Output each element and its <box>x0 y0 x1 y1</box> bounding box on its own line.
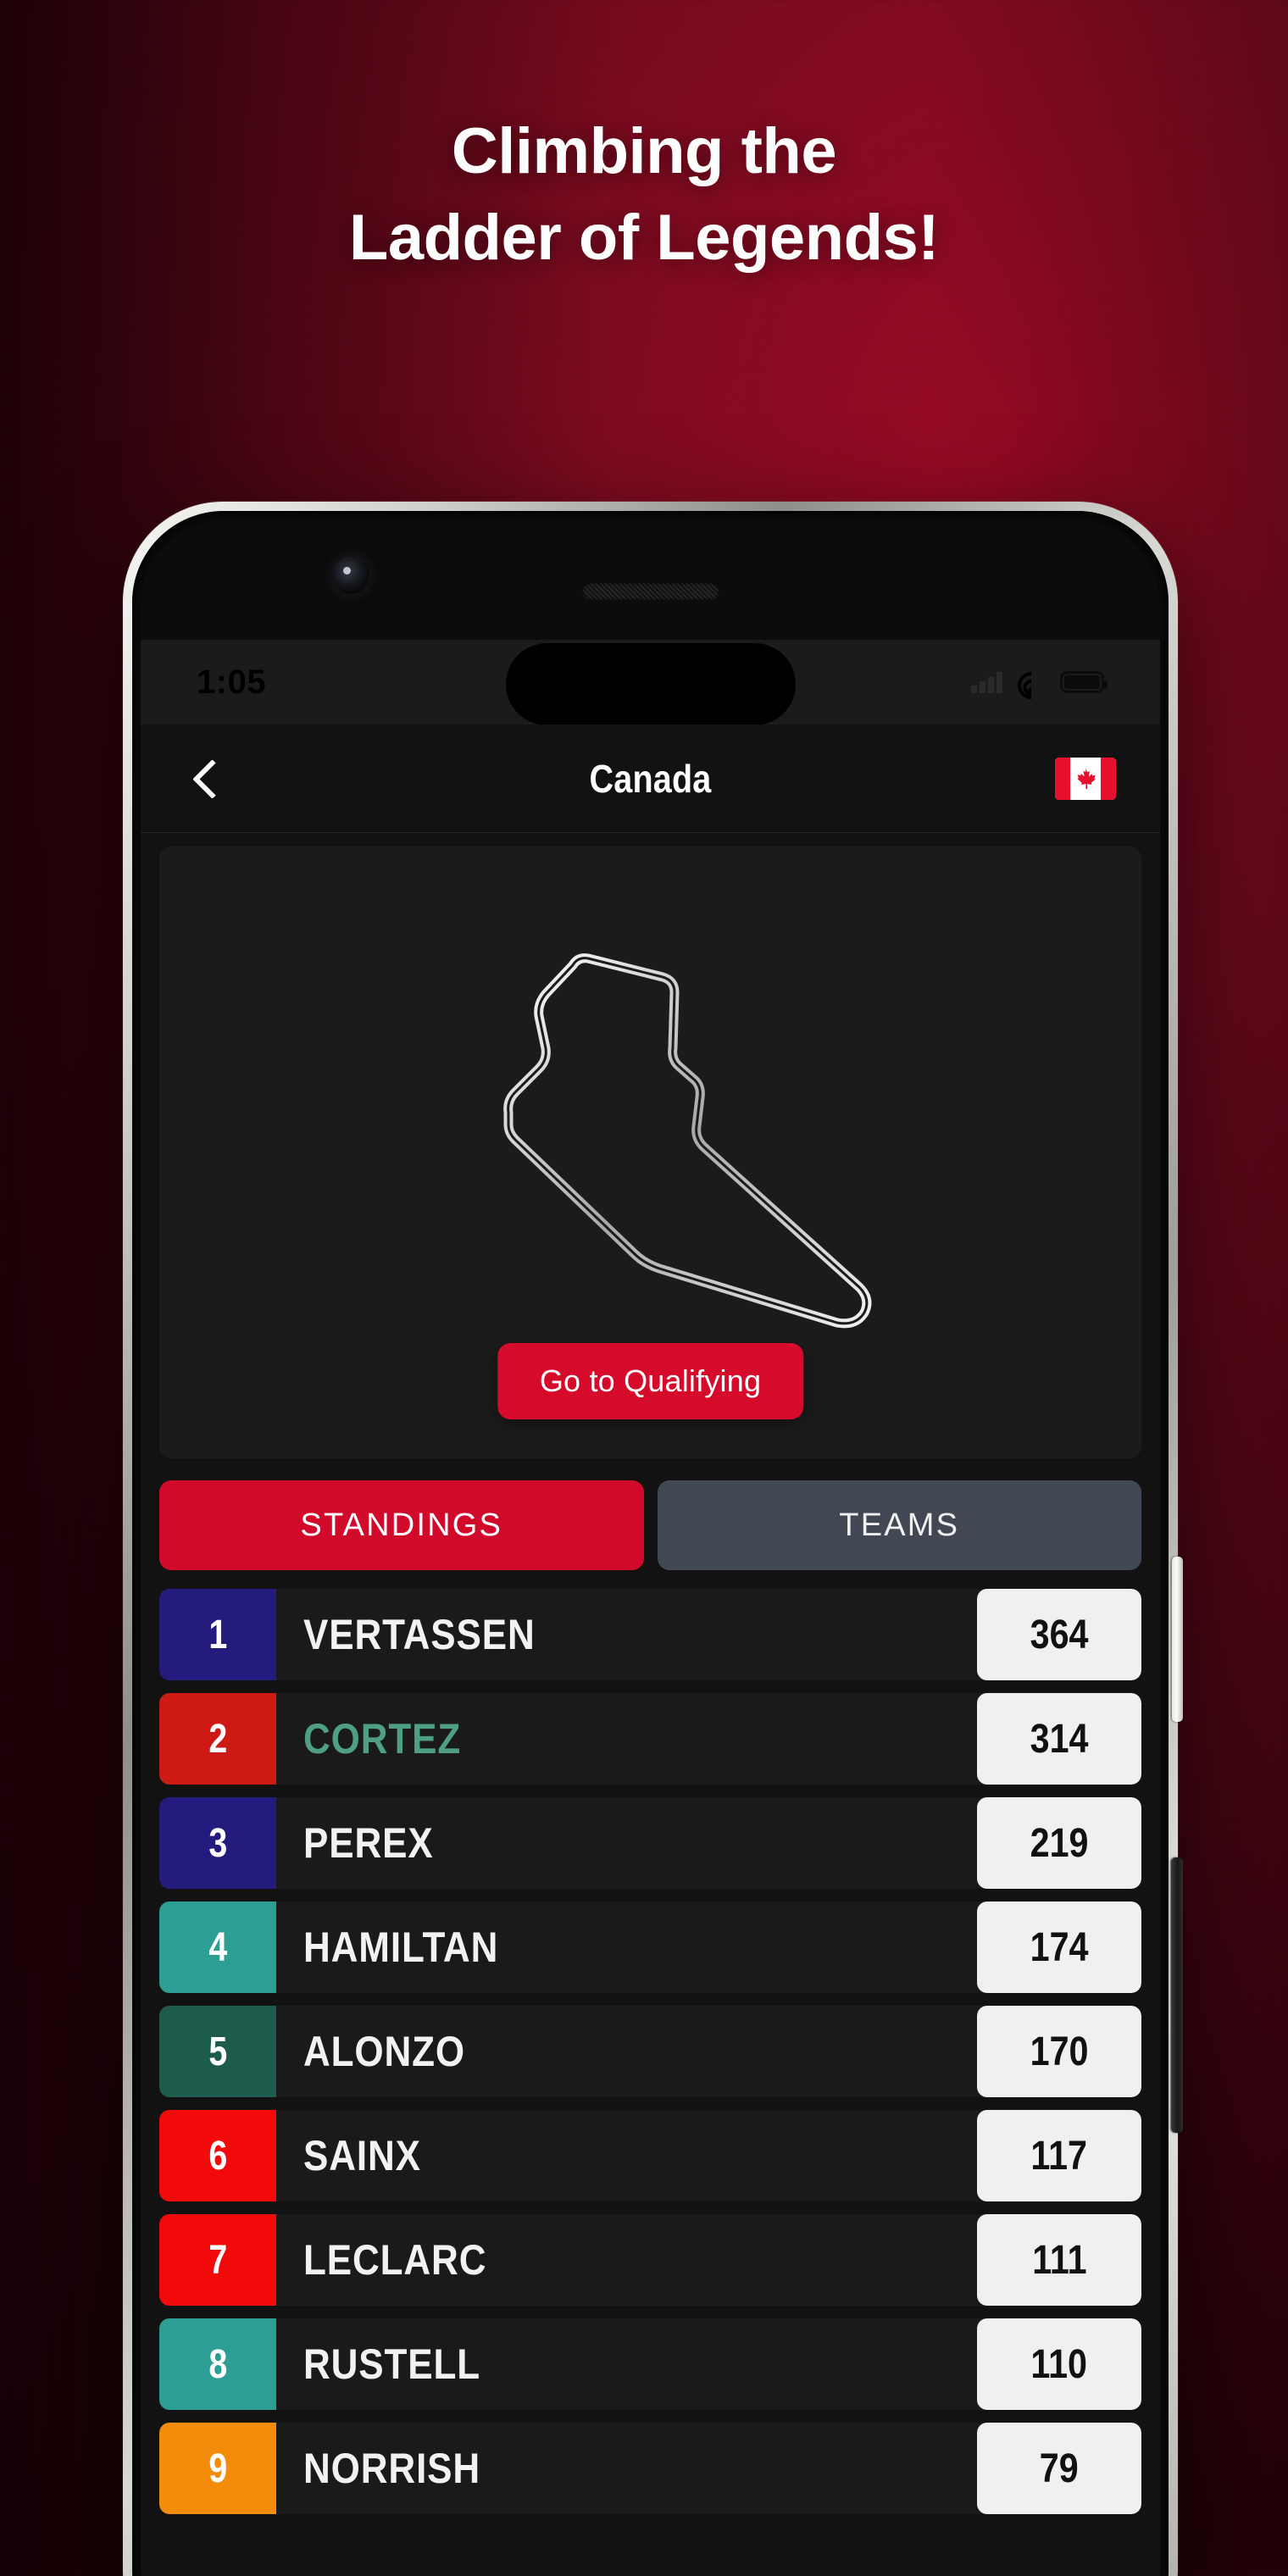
position-number: 5 <box>208 2029 227 2074</box>
driver-name-text: SAINX <box>303 2132 421 2179</box>
driver-name: HAMILTAN <box>276 1901 977 1993</box>
position-badge: 9 <box>159 2423 276 2514</box>
position-badge: 5 <box>159 2006 276 2097</box>
position-number: 8 <box>208 2341 227 2387</box>
position-badge: 8 <box>159 2318 276 2410</box>
wifi-icon <box>1012 666 1051 705</box>
points-number: 219 <box>1030 1820 1089 1866</box>
volume-button[interactable] <box>1172 1557 1183 1722</box>
go-to-qualifying-button[interactable]: Go to Qualifying <box>497 1343 804 1419</box>
driver-name: SAINX <box>276 2110 977 2201</box>
table-row[interactable]: 1 VERTASSEN 364 <box>159 1589 1141 1680</box>
points-number: 314 <box>1030 1716 1089 1762</box>
points-value: 364 <box>977 1589 1141 1680</box>
position-number: 2 <box>208 1716 227 1762</box>
points-number: 111 <box>1031 2237 1087 2283</box>
app-viewport: 1:05 Canada Go to Qualifying STANDINGS T… <box>141 640 1160 2576</box>
headline-line-1: Climbing the <box>451 115 837 187</box>
points-number: 79 <box>1040 2446 1079 2491</box>
driver-name-text: HAMILTAN <box>303 1924 499 1971</box>
segment-tabs: STANDINGS TEAMS <box>159 1480 1141 1570</box>
status-bar-time: 1:05 <box>197 663 267 701</box>
driver-name-text: ALONZO <box>303 2028 466 2075</box>
driver-name: PEREX <box>276 1797 977 1889</box>
table-row[interactable]: 6 SAINX 117 <box>159 2110 1141 2201</box>
points-number: 174 <box>1030 1924 1089 1970</box>
battery-icon <box>1060 671 1108 693</box>
position-badge: 2 <box>159 1693 276 1785</box>
nav-bar: Canada <box>141 724 1160 833</box>
page-title: Canada <box>589 756 712 801</box>
position-number: 1 <box>208 1612 227 1657</box>
status-bar-indicators <box>971 666 1108 705</box>
driver-name: LECLARC <box>276 2214 977 2306</box>
phone-bezel: 1:05 Canada Go to Qualifying STANDINGS T… <box>132 511 1169 2576</box>
position-number: 4 <box>208 1924 227 1970</box>
position-badge: 3 <box>159 1797 276 1889</box>
points-value: 111 <box>977 2214 1141 2306</box>
driver-name: CORTEZ <box>276 1693 977 1785</box>
position-number: 7 <box>208 2237 227 2283</box>
canada-flag-icon <box>1055 757 1116 800</box>
promo-headline: Climbing the Ladder of Legends! <box>0 108 1288 281</box>
power-button[interactable] <box>1171 1857 1183 2133</box>
points-value: 219 <box>977 1797 1141 1889</box>
tab-standings[interactable]: STANDINGS <box>159 1480 644 1570</box>
table-row[interactable]: 3 PEREX 219 <box>159 1797 1141 1889</box>
points-value: 170 <box>977 2006 1141 2097</box>
points-number: 117 <box>1030 2133 1088 2179</box>
position-badge: 7 <box>159 2214 276 2306</box>
maple-leaf-icon <box>1077 768 1096 789</box>
driver-name-text: CORTEZ <box>303 1715 462 1763</box>
points-value: 79 <box>977 2423 1141 2514</box>
circuit-track-map <box>502 953 871 1329</box>
standings-list: 1 VERTASSEN 364 2 CORTEZ 314 3 PEREX 219 4 HAMILTA… <box>159 1589 1141 2514</box>
points-number: 110 <box>1030 2341 1088 2387</box>
headline-line-2: Ladder of Legends! <box>348 201 940 274</box>
position-number: 9 <box>208 2446 227 2491</box>
dynamic-island <box>505 643 796 725</box>
table-row[interactable]: 2 CORTEZ 314 <box>159 1693 1141 1785</box>
points-value: 174 <box>977 1901 1141 1993</box>
position-badge: 6 <box>159 2110 276 2201</box>
driver-name-text: NORRISH <box>303 2445 481 2492</box>
driver-name: NORRISH <box>276 2423 977 2514</box>
tab-teams[interactable]: TEAMS <box>657 1480 1141 1570</box>
driver-name: VERTASSEN <box>276 1589 977 1680</box>
points-number: 170 <box>1030 2029 1089 2074</box>
position-badge: 4 <box>159 1901 276 1993</box>
table-row[interactable]: 9 NORRISH 79 <box>159 2423 1141 2514</box>
table-row[interactable]: 4 HAMILTAN 174 <box>159 1901 1141 1993</box>
driver-name-text: PEREX <box>303 1819 434 1867</box>
driver-name-text: LECLARC <box>303 2236 487 2284</box>
phone-screen: 1:05 Canada Go to Qualifying STANDINGS T… <box>141 519 1160 2576</box>
front-camera-icon <box>332 557 369 594</box>
position-badge: 1 <box>159 1589 276 1680</box>
driver-name: RUSTELL <box>276 2318 977 2410</box>
position-number: 6 <box>208 2133 227 2179</box>
track-map-card: Go to Qualifying <box>159 847 1141 1458</box>
phone-mockup: 1:05 Canada Go to Qualifying STANDINGS T… <box>123 502 1183 2576</box>
earpiece-speaker <box>581 583 719 600</box>
status-bar: 1:05 <box>141 640 1160 725</box>
table-row[interactable]: 5 ALONZO 170 <box>159 2006 1141 2097</box>
cellular-signal-icon <box>971 671 1002 693</box>
driver-name-text: VERTASSEN <box>303 1611 536 1658</box>
position-number: 3 <box>208 1820 227 1866</box>
table-row[interactable]: 7 LECLARC 111 <box>159 2214 1141 2306</box>
driver-name: ALONZO <box>276 2006 977 2097</box>
points-value: 117 <box>977 2110 1141 2201</box>
points-value: 314 <box>977 1693 1141 1785</box>
table-row[interactable]: 8 RUSTELL 110 <box>159 2318 1141 2410</box>
points-value: 110 <box>977 2318 1141 2410</box>
driver-name-text: RUSTELL <box>303 2340 481 2388</box>
points-number: 364 <box>1030 1612 1089 1657</box>
